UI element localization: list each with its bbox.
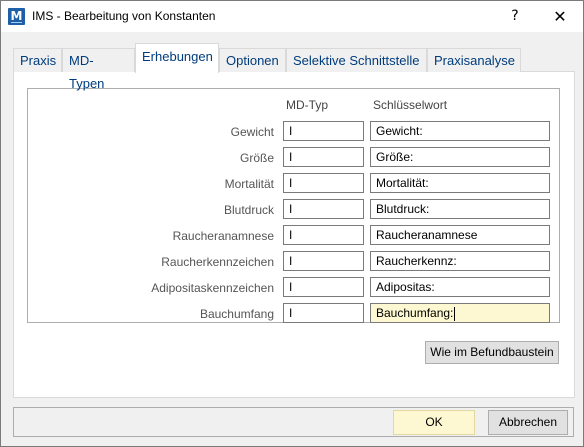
keyword-field-gewicht[interactable]: Gewicht:	[370, 121, 550, 141]
keyword-field-adipositaskennzeichen[interactable]: Adipositas:	[370, 277, 550, 297]
md-typ-field-blutdruck[interactable]: I	[283, 199, 364, 219]
md-typ-field-adipositaskennzeichen[interactable]: I	[283, 277, 364, 297]
md-typ-field-bauchumfang[interactable]: I	[283, 303, 364, 323]
md-typ-field-gewicht[interactable]: I	[283, 121, 364, 141]
row-label-raucheranamnese: Raucheranamnese	[172, 229, 274, 243]
row-label-adipositaskennzeichen: Adipositaskennzeichen	[151, 281, 274, 295]
tab-strip: Praxis MD-Typen Erhebungen Optionen Sele…	[13, 43, 573, 91]
tab-md-typen[interactable]: MD-Typen	[62, 48, 135, 91]
tab-erhebungen[interactable]: Erhebungen	[135, 43, 219, 73]
row-label-mortalitaet: Mortalität	[224, 177, 274, 191]
close-button[interactable]: ✕	[537, 1, 583, 32]
md-typ-field-groesse[interactable]: I	[283, 147, 364, 167]
tab-praxisanalyse[interactable]: Praxisanalyse	[427, 48, 521, 72]
ok-button[interactable]: OK	[393, 410, 475, 435]
row-label-bauchumfang: Bauchumfang	[199, 307, 274, 321]
keyword-field-bauchumfang[interactable]: Bauchumfang:	[370, 303, 550, 323]
column-header-md-typ: MD-Typ	[286, 98, 328, 112]
md-typ-field-mortalitaet[interactable]: I	[283, 173, 364, 193]
keyword-field-groesse[interactable]: Größe:	[370, 147, 550, 167]
help-button[interactable]: ?	[492, 1, 538, 32]
md-typ-field-raucherkennzeichen[interactable]: I	[283, 251, 364, 271]
keyword-field-blutdruck[interactable]: Blutdruck:	[370, 199, 550, 219]
wie-im-befundbaustein-button[interactable]: Wie im Befundbaustein	[425, 341, 559, 364]
row-label-blutdruck: Blutdruck	[223, 203, 274, 217]
tab-selektive-schnittstelle[interactable]: Selektive Schnittstelle	[286, 48, 427, 72]
cancel-button[interactable]: Abbrechen	[488, 410, 568, 435]
tab-praxis[interactable]: Praxis	[13, 48, 62, 72]
md-typ-field-raucheranamnese[interactable]: I	[283, 225, 364, 245]
keyword-field-mortalitaet[interactable]: Mortalität:	[370, 173, 550, 193]
row-label-groesse: Größe	[239, 151, 274, 165]
text-caret	[454, 306, 456, 321]
window-title: IMS - Bearbeitung von Konstanten	[32, 9, 216, 23]
keyword-field-raucherkennzeichen[interactable]: Raucherkennz:	[370, 251, 550, 271]
tab-optionen[interactable]: Optionen	[219, 48, 286, 72]
row-label-gewicht: Gewicht	[230, 125, 274, 139]
title-bar[interactable]: M IMS - Bearbeitung von Konstanten ? ✕	[1, 1, 583, 32]
keyword-field-raucheranamnese[interactable]: Raucheranamnese	[370, 225, 550, 245]
column-header-schluesselwort: Schlüsselwort	[373, 98, 448, 112]
keyword-field-bauchumfang-text: Bauchumfang:	[376, 306, 454, 320]
ims-logo-icon: M	[8, 8, 25, 25]
row-label-raucherkennzeichen: Raucherkennzeichen	[161, 255, 274, 269]
dialog-window: M IMS - Bearbeitung von Konstanten ? ✕ P…	[0, 0, 584, 447]
